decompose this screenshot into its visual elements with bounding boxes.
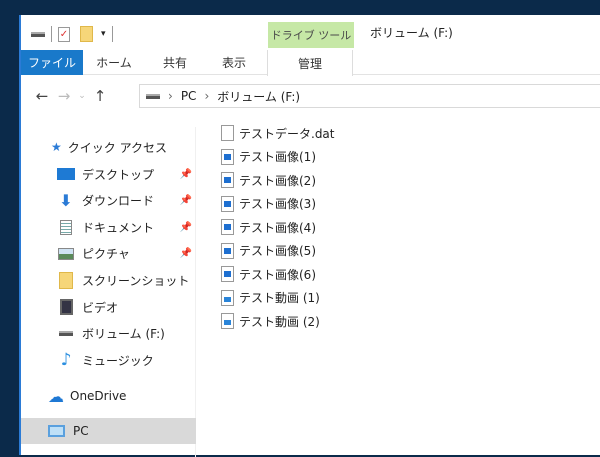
pin-icon[interactable]: 📌: [180, 222, 192, 233]
download-icon: ⬇: [59, 191, 73, 211]
tab-manage[interactable]: 管理: [267, 50, 353, 76]
sidebar-item-label: ドキュメント: [82, 220, 155, 235]
video-icon: [57, 299, 75, 315]
sidebar-item-label: スクリーンショット: [82, 273, 190, 288]
tab-file[interactable]: ファイル: [21, 50, 83, 75]
file-item[interactable]: テストデータ.dat: [221, 122, 335, 144]
breadcrumb-volume[interactable]: ボリューム (F:): [217, 88, 300, 105]
document-icon: [57, 219, 75, 235]
drive-icon: [57, 326, 75, 342]
pin-icon[interactable]: 📌: [180, 248, 192, 259]
file-name: テスト画像(6): [239, 267, 316, 282]
star-icon: ★: [51, 140, 62, 154]
window-title: ボリューム (F:): [370, 26, 453, 40]
folder-icon: [57, 271, 75, 289]
explorer-window: ✓ ▾ ドライブ ツール ボリューム (F:) ファイル ホーム 共有 表示 管…: [19, 15, 600, 457]
image-file-icon: [221, 219, 234, 235]
file-name: テスト画像(4): [239, 220, 316, 235]
navigation-bar: ← → ⌄ ↑ › PC › ボリューム (F:): [21, 82, 600, 110]
breadcrumb-pc[interactable]: PC: [181, 89, 197, 103]
drive-icon: [146, 93, 160, 99]
image-file-icon: [221, 242, 234, 259]
sidebar-item[interactable]: デスクトップ 📌: [21, 161, 196, 187]
sidebar-item[interactable]: ⬇ ダウンロード 📌: [21, 188, 196, 214]
tab-share[interactable]: 共有: [145, 50, 205, 75]
forward-arrow-icon[interactable]: →: [53, 87, 75, 105]
chevron-right-icon: ›: [168, 89, 173, 103]
sidebar-item-label: PC: [73, 424, 89, 438]
navigation-pane: ★ クイック アクセス デスクトップ 📌 ⬇ ダウンロード 📌 ドキュメント 📌 ピクチャ 📌 ス…: [21, 127, 196, 457]
tab-view[interactable]: 表示: [205, 50, 263, 75]
file-name: テスト画像(5): [239, 244, 316, 258]
divider: [111, 26, 113, 42]
sidebar-item-label: ダウンロード: [82, 194, 155, 209]
ribbon-tabs: ファイル ホーム 共有 表示 管理: [21, 50, 600, 76]
file-item[interactable]: テスト動画 (1): [221, 287, 320, 309]
sidebar-item[interactable]: ビデオ: [21, 294, 196, 320]
sidebar-item[interactable]: ♪ ミュージック: [21, 347, 196, 373]
sidebar-item-label: ボリューム (F:): [82, 327, 165, 342]
file-item[interactable]: テスト画像(1): [221, 146, 316, 168]
quick-access-toolbar: ✓ ▾: [31, 23, 119, 45]
sidebar-item-label: クイック アクセス: [67, 140, 167, 155]
address-bar[interactable]: › PC › ボリューム (F:): [139, 84, 600, 108]
file-item[interactable]: テスト画像(3): [221, 193, 316, 215]
file-name: テストデータ.dat: [239, 126, 335, 141]
sidebar-item[interactable]: ドキュメント 📌: [21, 214, 196, 240]
sidebar-quick-access[interactable]: ★ クイック アクセス: [21, 134, 196, 160]
file-name: テスト画像(3): [239, 197, 316, 211]
file-name: テスト動画 (1): [239, 291, 320, 305]
sidebar-item-label: デスクトップ: [82, 167, 155, 182]
back-arrow-icon[interactable]: ←: [31, 87, 53, 105]
video-file-icon: [221, 313, 234, 329]
image-file-icon: [221, 266, 234, 282]
cloud-icon: ☁: [48, 386, 64, 406]
image-file-icon: [221, 148, 234, 165]
file-item[interactable]: テスト画像(5): [221, 240, 316, 262]
file-name: テスト画像(1): [239, 150, 316, 164]
file-item[interactable]: テスト画像(4): [221, 216, 316, 238]
sidebar-onedrive[interactable]: ☁ OneDrive: [21, 383, 196, 409]
music-icon: ♪: [60, 350, 72, 371]
properties-icon[interactable]: ✓: [58, 26, 70, 42]
file-name: テスト画像(2): [239, 173, 316, 188]
sidebar-item[interactable]: ピクチャ 📌: [21, 241, 196, 267]
file-item[interactable]: テスト画像(6): [221, 263, 316, 285]
image-file-icon: [221, 195, 234, 212]
image-file-icon: [221, 172, 234, 188]
sidebar-item-label: ビデオ: [82, 300, 119, 315]
customize-dropdown-icon[interactable]: ▾: [101, 29, 106, 39]
chevron-right-icon: ›: [204, 89, 210, 103]
video-file-icon: [221, 289, 234, 306]
sidebar-item[interactable]: スクリーンショット: [21, 267, 196, 293]
sidebar-item-label: ミュージック: [82, 353, 154, 368]
tab-home[interactable]: ホーム: [83, 50, 145, 75]
drive-tools-context-tab: ドライブ ツール: [268, 22, 354, 48]
recent-dropdown-icon[interactable]: ⌄: [75, 91, 89, 101]
drive-icon[interactable]: [31, 31, 45, 37]
sidebar-pc[interactable]: PC: [21, 418, 196, 444]
pin-icon[interactable]: 📌: [180, 195, 192, 206]
file-name: テスト動画 (2): [239, 314, 320, 329]
file-item[interactable]: テスト動画 (2): [221, 310, 320, 332]
picture-icon: [57, 246, 75, 262]
file-item[interactable]: テスト画像(2): [221, 169, 316, 191]
desktop-icon: [57, 166, 75, 182]
pin-icon[interactable]: 📌: [180, 169, 192, 180]
divider: [51, 26, 52, 42]
sidebar-item-label: ピクチャ: [82, 247, 130, 262]
file-icon: [221, 125, 234, 141]
sidebar-item-label: OneDrive: [70, 389, 127, 403]
new-folder-icon[interactable]: [80, 26, 93, 42]
computer-icon: [48, 425, 65, 437]
sidebar-item[interactable]: ボリューム (F:): [21, 321, 196, 347]
up-arrow-icon[interactable]: ↑: [89, 87, 111, 105]
